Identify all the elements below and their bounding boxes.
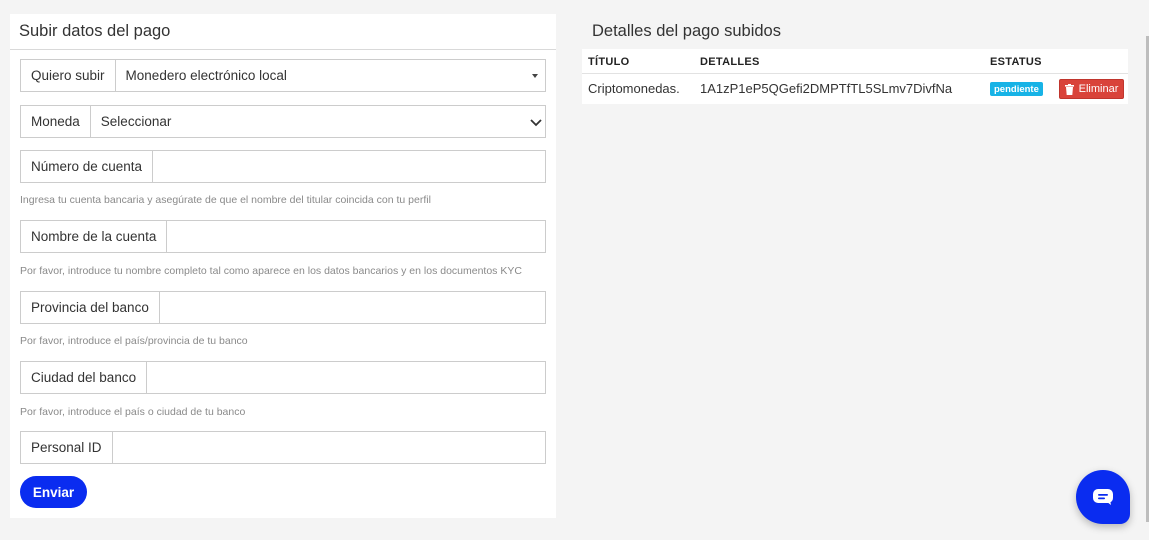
bank-city-control — [147, 362, 545, 393]
divider — [10, 49, 556, 50]
account-name-input[interactable] — [177, 221, 535, 252]
bank-city-help: Por favor, introduce el país o ciudad de… — [20, 406, 246, 418]
chevron-down-icon — [530, 119, 542, 127]
header-divider — [582, 73, 1128, 74]
personal-id-input[interactable] — [122, 432, 535, 463]
details-title: Detalles del pago subidos — [592, 22, 781, 40]
account-number-field: Número de cuenta — [20, 150, 546, 183]
account-name-help: Por favor, introduce tu nombre completo … — [20, 265, 522, 277]
submit-button[interactable]: Enviar — [20, 476, 87, 508]
bank-province-help: Por favor, introduce el país/provincia d… — [20, 335, 248, 347]
account-number-control — [153, 151, 545, 182]
upload-type-value[interactable]: Monedero electrónico local — [116, 60, 545, 91]
details-table: TÍTULO DETALLES ESTATUS Criptomonedas. 1… — [582, 49, 1128, 104]
upload-type-label: Quiero subir — [21, 60, 116, 91]
account-number-input[interactable] — [163, 151, 535, 182]
account-name-label: Nombre de la cuenta — [21, 221, 168, 252]
trash-icon — [1064, 83, 1074, 95]
currency-label: Moneda — [21, 106, 91, 137]
row-title: Criptomonedas. — [588, 81, 680, 96]
upload-type-selected: Monedero electrónico local — [125, 68, 287, 83]
bank-city-input[interactable] — [157, 362, 535, 393]
bank-province-label: Provincia del banco — [21, 292, 160, 323]
personal-id-field: Personal ID — [20, 431, 546, 464]
bank-city-field: Ciudad del banco — [20, 361, 546, 394]
form-title: Subir datos del pago — [19, 22, 171, 40]
column-header-details: DETALLES — [700, 56, 760, 68]
upload-type-select[interactable]: Quiero subir Monedero electrónico local — [20, 59, 546, 92]
account-number-help: Ingresa tu cuenta bancaria y asegúrate d… — [20, 194, 431, 206]
chat-button[interactable] — [1076, 470, 1130, 524]
upload-payment-form: Subir datos del pago Quiero subir Monede… — [10, 14, 556, 518]
currency-value[interactable]: Seleccionar — [91, 106, 545, 137]
account-number-label: Número de cuenta — [21, 151, 154, 182]
personal-id-label: Personal ID — [21, 432, 113, 463]
caret-down-icon — [532, 74, 538, 78]
account-name-field: Nombre de la cuenta — [20, 220, 546, 253]
column-header-status: ESTATUS — [990, 56, 1042, 68]
delete-button[interactable]: Eliminar — [1059, 79, 1124, 99]
account-name-control — [167, 221, 545, 252]
currency-select[interactable]: Moneda Seleccionar — [20, 105, 546, 138]
bank-province-field: Provincia del banco — [20, 291, 546, 324]
status-badge: pendiente — [990, 82, 1043, 96]
row-details: 1A1zP1eP5QGefi2DMPTfTL5SLmv7DivfNa — [700, 81, 953, 96]
uploaded-payment-details: Detalles del pago subidos TÍTULO DETALLE… — [582, 14, 1130, 104]
bank-city-label: Ciudad del banco — [21, 362, 148, 393]
bank-province-input[interactable] — [169, 292, 535, 323]
bank-province-control — [160, 292, 545, 323]
delete-label: Eliminar — [1078, 83, 1119, 95]
chat-icon — [1093, 489, 1113, 505]
column-header-title: TÍTULO — [588, 56, 630, 68]
personal-id-control — [113, 432, 545, 463]
currency-selected: Seleccionar — [100, 114, 172, 129]
